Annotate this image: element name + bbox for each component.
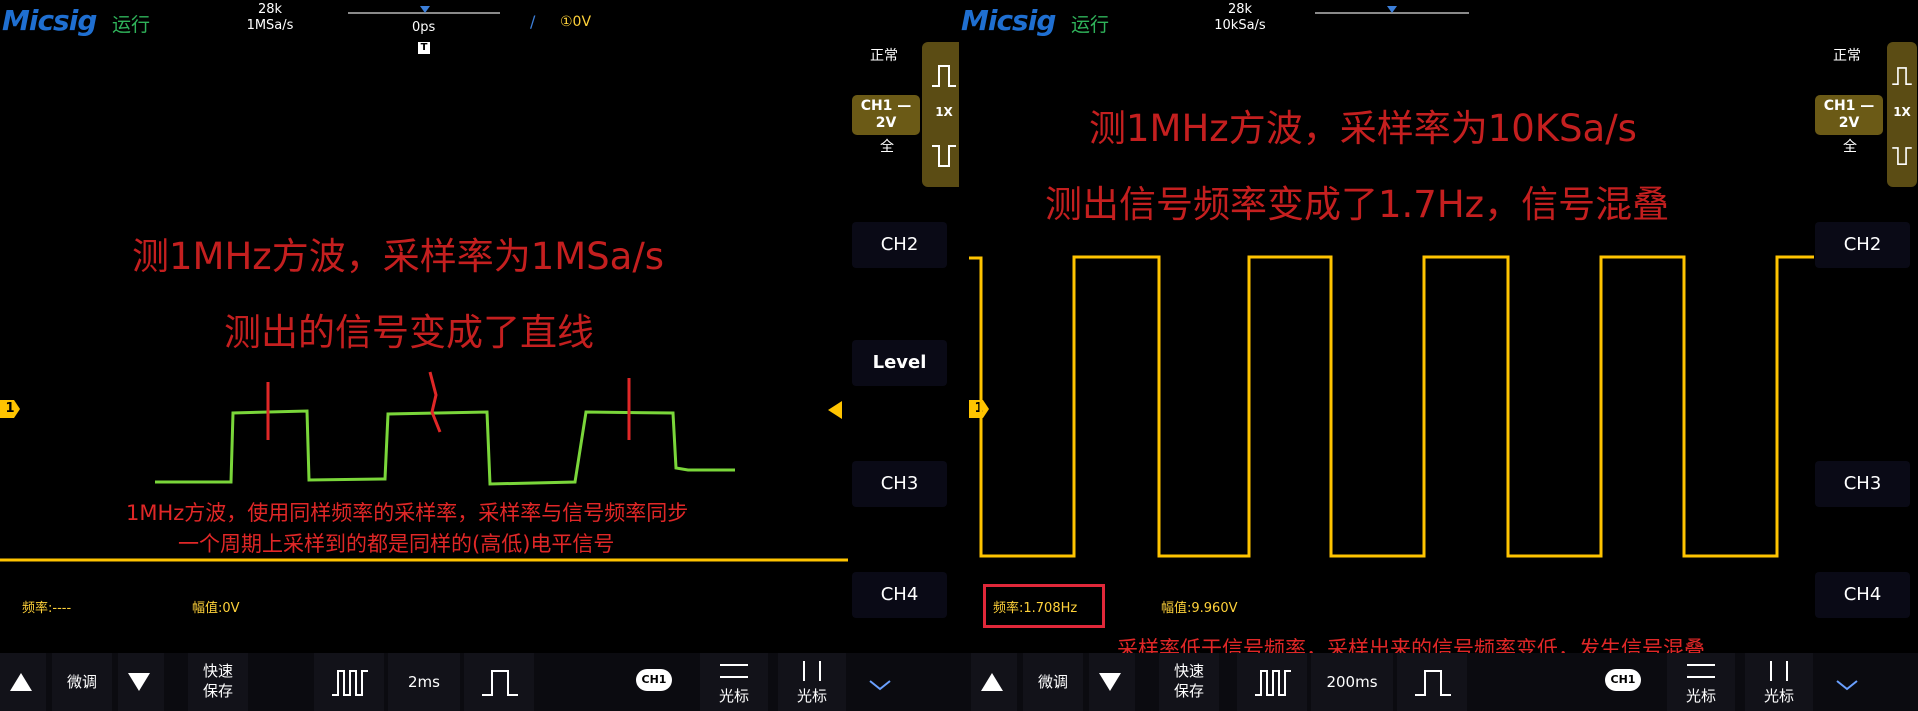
ch1-scale: 2V — [1838, 115, 1860, 131]
ch2-button[interactable]: CH2 — [1815, 222, 1910, 268]
cursor-vertical-button[interactable]: 光标 — [778, 653, 846, 711]
cursor-h-label: 光标 — [1685, 687, 1716, 705]
fine-up-button[interactable] — [971, 653, 1017, 711]
timebase-increase-button[interactable] — [1397, 653, 1467, 711]
falling-pulse-icon[interactable] — [928, 140, 959, 172]
ch4-button[interactable]: CH4 — [1815, 572, 1910, 618]
ch3-button[interactable]: CH3 — [1815, 461, 1910, 507]
quick-save-button[interactable]: 快速 保存 — [188, 653, 248, 711]
wide-pulse-icon — [1415, 670, 1451, 696]
right-side-panel: 正常 CH1 — 2V 全 1X CH2 CH3 CH4 — [1815, 40, 1918, 700]
amplitude-measurement[interactable]: 幅值:0V — [192, 597, 240, 616]
ch1-settings-button[interactable]: CH1 — 2V — [1815, 95, 1883, 135]
ch1-scale: 2V — [875, 115, 897, 131]
timebase-value[interactable]: 200ms — [1311, 653, 1393, 711]
rising-pulse-icon[interactable] — [1889, 60, 1915, 92]
arrow-down-icon — [128, 673, 150, 691]
timebase-increase-button[interactable] — [464, 653, 534, 711]
right-bottom-toolbar: 微调 快速 保存 200ms CH1 光标 光标 — [959, 653, 1918, 711]
green-sketch-wave — [155, 409, 735, 486]
ch1-settings-button[interactable]: CH1 — 2V — [852, 95, 920, 135]
left-bottom-toolbar: 微调 快速 保存 2ms CH1 光标 光标 — [0, 653, 959, 711]
quick-save-line-2: 保存 — [1173, 682, 1204, 700]
quick-save-button[interactable]: 快速 保存 — [1159, 653, 1219, 711]
fine-down-button[interactable] — [118, 653, 164, 711]
falling-pulse-icon[interactable] — [1889, 140, 1915, 172]
wide-pulse-icon — [482, 670, 518, 696]
ch1-trace-aliased — [969, 255, 1814, 558]
chevron-down-icon — [1836, 680, 1858, 691]
cursor-h-label: 光标 — [718, 687, 749, 705]
horizontal-cursor-icon — [1687, 664, 1715, 678]
probe-ratio[interactable]: 1X — [1887, 105, 1917, 119]
ch1-menu-button[interactable]: CH1 — [626, 653, 686, 711]
fine-up-button[interactable] — [0, 653, 46, 711]
more-menu-button[interactable] — [856, 653, 904, 711]
ch3-button[interactable]: CH3 — [852, 461, 947, 507]
vertical-cursor-icon — [1770, 661, 1788, 681]
left-side-panel: 正常 CH1 — 2V 全 1X CH2 Level CH3 CH4 — [852, 40, 959, 700]
ch1-label: CH1 — [860, 98, 893, 114]
rising-pulse-icon[interactable] — [928, 60, 959, 92]
frequency-measurement[interactable]: 频率:1.708Hz — [993, 597, 1077, 616]
left-scope-screen: Micsig 运行 28k 1MSa/s 0ps T / ①0V 测1MHz方波… — [0, 0, 959, 711]
compressed-pulse-icon — [1255, 670, 1291, 696]
arrow-up-icon — [10, 673, 32, 691]
bandwidth-full[interactable]: 全 — [880, 136, 894, 156]
fine-tune-label[interactable]: 微调 — [1023, 653, 1083, 711]
timebase-value[interactable]: 2ms — [388, 653, 460, 711]
timebase-decrease-button[interactable] — [314, 653, 384, 711]
arrow-up-icon — [981, 673, 1003, 691]
ch1-menu-label: CH1 — [1605, 669, 1641, 691]
probe-ratio[interactable]: 1X — [922, 105, 959, 119]
fine-tune-label[interactable]: 微调 — [52, 653, 112, 711]
chevron-down-icon — [869, 680, 891, 691]
ch4-button[interactable]: CH4 — [852, 572, 947, 618]
vertical-cursor-icon — [803, 661, 821, 681]
horizontal-cursor-icon — [720, 664, 748, 678]
ch1-menu-label: CH1 — [636, 669, 672, 691]
trigger-panel[interactable]: 1X — [922, 42, 959, 187]
ch1-label: CH1 — [1823, 98, 1856, 114]
level-button[interactable]: Level — [852, 340, 947, 386]
trigger-mode[interactable]: 正常 — [1833, 45, 1861, 65]
right-scope-screen: Micsig 运行 28k 10kSa/s 测1MHz方波，采样率为10KSa/… — [959, 0, 1918, 711]
more-menu-button[interactable] — [1823, 653, 1871, 711]
compressed-pulse-icon — [332, 670, 368, 696]
bandwidth-full[interactable]: 全 — [1843, 136, 1857, 156]
cursor-vertical-button[interactable]: 光标 — [1745, 653, 1813, 711]
cursor-v-label: 光标 — [1763, 687, 1794, 705]
cursor-horizontal-button[interactable]: 光标 — [700, 653, 768, 711]
trigger-panel[interactable]: 1X — [1887, 42, 1917, 187]
quick-save-line-1: 快速 — [1173, 662, 1204, 680]
frequency-measurement[interactable]: 频率:---- — [22, 597, 71, 616]
cursor-horizontal-button[interactable]: 光标 — [1667, 653, 1735, 711]
quick-save-line-1: 快速 — [202, 662, 233, 680]
trigger-mode[interactable]: 正常 — [870, 45, 898, 65]
amplitude-measurement[interactable]: 幅值:9.960V — [1161, 597, 1238, 616]
ch2-button[interactable]: CH2 — [852, 222, 947, 268]
cursor-v-label: 光标 — [796, 687, 827, 705]
fine-down-button[interactable] — [1089, 653, 1135, 711]
quick-save-line-2: 保存 — [202, 682, 233, 700]
arrow-down-icon — [1099, 673, 1121, 691]
ch1-menu-button[interactable]: CH1 — [1595, 653, 1655, 711]
left-waveform-area — [0, 371, 848, 562]
sample-mark-2 — [428, 371, 442, 433]
timebase-decrease-button[interactable] — [1237, 653, 1307, 711]
